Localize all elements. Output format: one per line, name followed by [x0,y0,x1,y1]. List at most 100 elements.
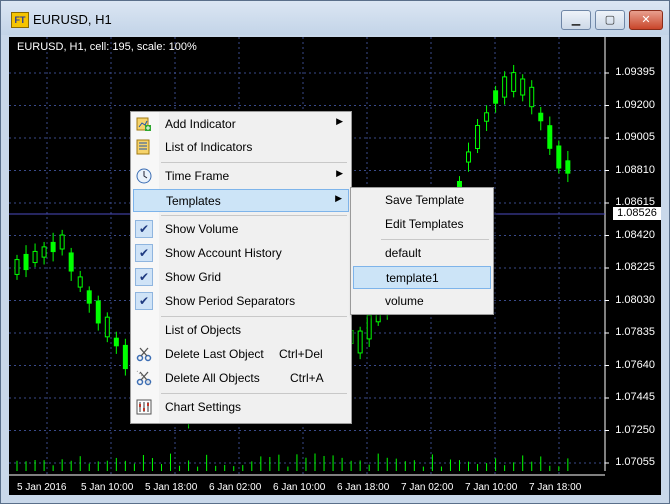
menu-item-label: Add Indicator [165,117,236,131]
menu-item-label: Show Volume [165,222,239,236]
candle-body [68,252,74,272]
menu-item-show-grid[interactable]: ✔ Show Grid [133,266,349,289]
menu-item-list-of-indicators[interactable]: List of Indicators [133,136,349,159]
menu-item-shortcut: Ctrl+A [290,371,324,385]
time-label: 5 Jan 10:00 [81,482,134,493]
menu-item-label: Chart Settings [165,400,242,414]
chart-header: EURUSD, H1, cell: 195, scale: 100% [17,41,197,53]
candle-body [547,125,553,149]
candle-body [511,72,517,92]
price-label: 1.08030 [615,293,655,306]
menu-item-delete-all-objects[interactable]: Delete All Objects Ctrl+A [133,367,349,390]
menu-separator [161,162,347,163]
candle-body [95,300,101,324]
candle-body [475,124,481,150]
candle-body [23,253,29,271]
candle-body [466,151,472,163]
submenu-item-default[interactable]: default [353,242,491,265]
minimize-button[interactable]: ▁ [561,10,591,30]
candle-body [86,290,92,304]
menu-item-label: Show Period Separators [165,294,296,308]
price-label: 1.09200 [615,98,655,111]
menu-item-label: Save Template [385,193,465,207]
submenu-item-edit-templates[interactable]: Edit Templates [353,213,491,236]
time-label: 6 Jan 10:00 [273,482,326,493]
candle-body [122,344,128,370]
price-label: 1.09005 [615,131,655,143]
menu-item-label: List of Objects [165,323,242,337]
maximize-button[interactable]: ▢ [595,10,625,30]
submenu-item-template1[interactable]: template1 [353,266,491,289]
checkmark-icon: ✔ [135,268,153,286]
add-indicator-icon [136,116,152,132]
menu-item-show-account-history[interactable]: ✔ Show Account History [133,242,349,265]
checkmark-icon: ✔ [135,292,153,310]
menu-item-show-period-separators[interactable]: ✔ Show Period Separators [133,290,349,313]
candle-body [502,76,508,98]
menu-item-label: Show Account History [165,246,282,260]
list-indicators-icon [136,139,152,155]
scissors-all-icon [136,370,152,386]
time-label: 7 Jan 02:00 [401,482,454,493]
menu-item-label: Delete All Objects [165,371,260,385]
price-label: 1.07250 [615,423,655,436]
menu-item-templates[interactable]: Templates ▶ [133,189,349,212]
candle-body [77,276,83,288]
candle-body [538,112,544,122]
menu-item-list-of-objects[interactable]: List of Objects [133,319,349,342]
window-title: EURUSD, H1 [33,12,112,27]
candle-body [14,259,20,275]
price-label: 1.08225 [615,261,655,273]
menu-item-label: default [385,246,422,260]
price-label: 1.07835 [615,326,655,338]
menu-item-label: template1 [386,271,439,285]
submenu-item-volume[interactable]: volume [353,290,491,313]
settings-icon [136,399,152,415]
menu-item-time-frame[interactable]: Time Frame ▶ [133,165,349,188]
menu-item-label: Show Grid [165,270,222,284]
price-label: 1.07640 [615,358,655,371]
scissors-icon [136,346,152,362]
time-label: 5 Jan 18:00 [145,482,198,493]
menu-item-add-indicator[interactable]: Add Indicator ▶ [133,113,349,136]
submenu-arrow-icon: ▶ [336,116,343,126]
menu-separator [381,239,489,240]
time-label: 6 Jan 02:00 [209,482,262,493]
checkmark-icon: ✔ [135,244,153,262]
candle-body [520,78,526,96]
price-label: 1.08810 [615,163,655,176]
price-label: 1.07445 [615,391,655,403]
menu-item-label: List of Indicators [165,140,253,154]
candle-body [113,337,119,347]
menu-separator [161,316,347,317]
menu-separator [161,215,347,216]
title-bar: FT EURUSD, H1 ▁ ▢ ✕ [1,1,669,35]
candle-body [50,241,56,253]
current-price-label: 1.08526 [613,207,661,220]
candle-body [366,314,372,340]
candle-body [32,250,38,264]
menu-item-chart-settings[interactable]: Chart Settings [133,396,349,419]
menu-item-label: Time Frame [165,169,230,183]
submenu-item-save-template[interactable]: Save Template [353,189,491,212]
candle-body [493,90,499,104]
menu-separator [161,393,347,394]
clock-icon [136,168,152,184]
time-label: 7 Jan 10:00 [465,482,518,493]
checkmark-icon: ✔ [135,220,153,238]
price-label: 1.07055 [615,456,655,468]
price-label: 1.08420 [615,228,655,241]
time-label: 6 Jan 18:00 [337,482,390,493]
close-button[interactable]: ✕ [629,10,663,30]
candle-body [529,86,535,108]
time-label: 7 Jan 18:00 [529,482,582,493]
menu-item-show-volume[interactable]: ✔ Show Volume [133,218,349,241]
menu-item-label: Delete Last Object [165,347,264,361]
templates-submenu: Save Template Edit Templates default tem… [350,187,494,315]
menu-item-delete-last-object[interactable]: Delete Last Object Ctrl+Del [133,343,349,366]
candle-body [556,145,562,169]
context-menu: Add Indicator ▶ List of Indicators Time … [130,111,352,424]
menu-item-shortcut: Ctrl+Del [279,347,323,361]
time-label: 5 Jan 2016 [17,482,67,493]
candle-body [41,246,47,258]
